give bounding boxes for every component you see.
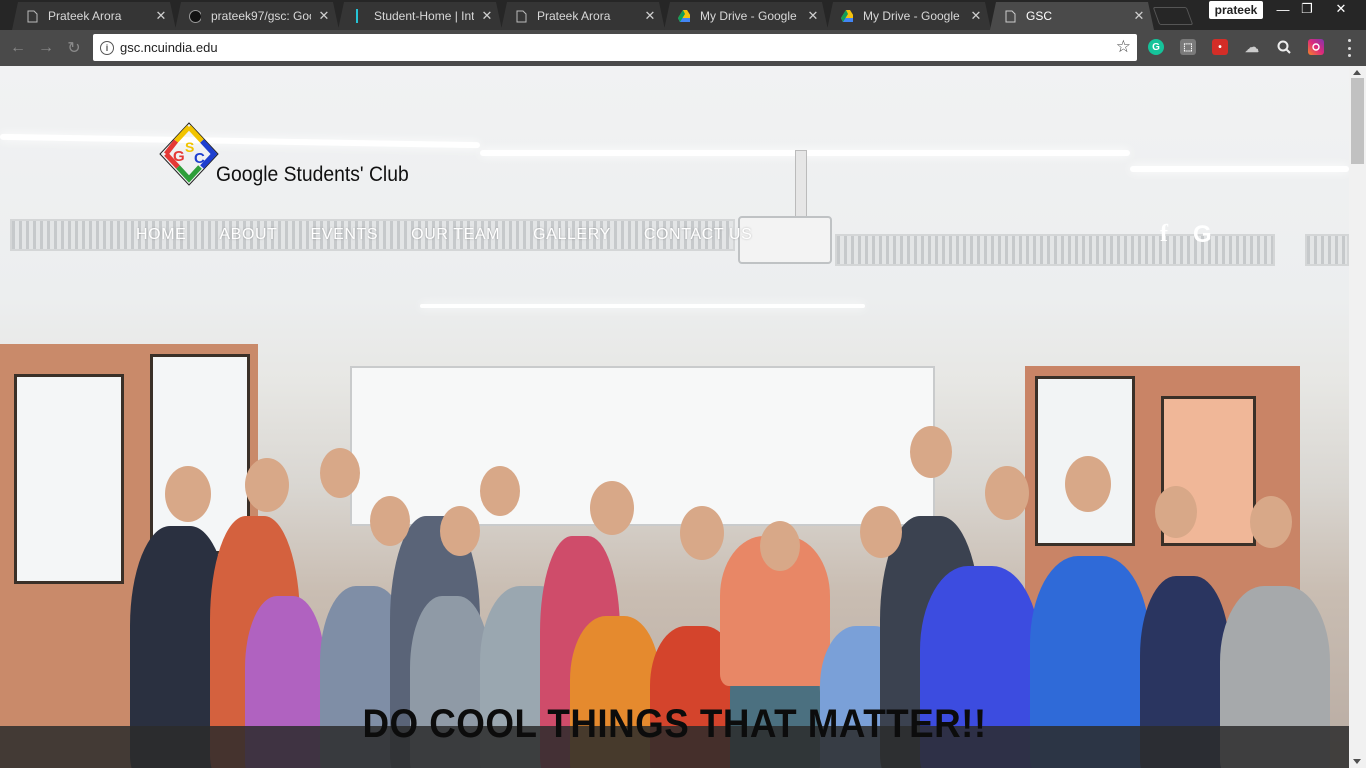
- close-icon[interactable]: ✕: [806, 8, 820, 24]
- menu-icon[interactable]: [1346, 39, 1352, 57]
- close-icon[interactable]: ✕: [154, 8, 168, 24]
- reload-button[interactable]: ↻: [62, 37, 86, 59]
- scroll-up-arrow-icon[interactable]: [1353, 70, 1361, 75]
- nav-contact-us[interactable]: CONTACT US: [644, 226, 753, 244]
- grammarly-icon[interactable]: G: [1148, 39, 1164, 55]
- tab-title: Student-Home | Int: [374, 9, 474, 23]
- tab-strip: Prateek Arora ✕ prateek97/gsc: Goo ✕ Stu…: [0, 0, 1366, 30]
- page-icon: [1004, 9, 1016, 23]
- profile-button[interactable]: prateek: [1209, 1, 1263, 19]
- tab-3[interactable]: Student-Home | Int ✕: [338, 2, 502, 30]
- tab-5[interactable]: My Drive - Google ✕: [664, 2, 828, 30]
- scrollbar-thumb[interactable]: [1351, 78, 1364, 164]
- tab-title: Prateek Arora: [537, 9, 611, 23]
- page-icon: [515, 9, 527, 23]
- cloud-icon[interactable]: ☁: [1244, 39, 1260, 55]
- tab-4[interactable]: Prateek Arora ✕: [501, 2, 665, 30]
- address-bar[interactable]: i gsc.ncuindia.edu ☆: [93, 34, 1137, 61]
- bar-icon: [352, 9, 364, 23]
- tab-2[interactable]: prateek97/gsc: Goo ✕: [175, 2, 339, 30]
- lastpass-icon[interactable]: •: [1212, 39, 1228, 55]
- tab-title: My Drive - Google: [863, 9, 960, 23]
- tab-title: prateek97/gsc: Goo: [211, 9, 311, 23]
- site-logo[interactable]: G S C Google Students' Club: [158, 121, 425, 187]
- close-icon[interactable]: ✕: [969, 8, 983, 24]
- nav-events[interactable]: EVENTS: [311, 226, 379, 244]
- tab-gsc-active[interactable]: GSC ✕: [990, 2, 1154, 30]
- info-icon[interactable]: i: [100, 40, 114, 55]
- page-scrollbar[interactable]: [1349, 66, 1366, 768]
- browser-toolbar: ← → ↻ i gsc.ncuindia.edu ☆ G ⬚ • ☁: [0, 30, 1366, 66]
- url-text[interactable]: gsc.ncuindia.edu: [120, 40, 218, 55]
- google-drive-icon: [678, 9, 690, 23]
- instagram-icon[interactable]: [1308, 39, 1324, 55]
- tab-title: My Drive - Google: [700, 9, 797, 23]
- new-tab-button[interactable]: [1152, 7, 1194, 25]
- bookmark-star-icon[interactable]: ☆: [1116, 37, 1131, 57]
- search-icon[interactable]: [1276, 39, 1292, 55]
- gsc-logo-icon: G S C: [158, 121, 220, 187]
- close-icon[interactable]: ✕: [1132, 8, 1146, 24]
- google-plus-icon[interactable]: G: [1193, 221, 1212, 249]
- nav-our-team[interactable]: OUR TEAM: [411, 226, 500, 244]
- tab-6[interactable]: My Drive - Google ✕: [827, 2, 991, 30]
- nav-gallery[interactable]: GALLERY: [533, 226, 611, 244]
- scroll-down-arrow-icon[interactable]: [1353, 759, 1361, 764]
- forward-button[interactable]: →: [34, 37, 58, 59]
- page-viewport: G S C Google Students' Club HOME ABOUT E…: [0, 66, 1349, 768]
- close-icon[interactable]: ✕: [317, 8, 331, 24]
- close-icon[interactable]: ✕: [643, 8, 657, 24]
- svg-text:S: S: [185, 139, 194, 155]
- svg-text:C: C: [194, 150, 205, 167]
- github-icon: [189, 9, 201, 23]
- tab-title: GSC: [1026, 9, 1053, 23]
- nav-about[interactable]: ABOUT: [219, 226, 277, 244]
- site-name: Google Students' Club: [216, 163, 409, 186]
- page-icon: [26, 9, 38, 23]
- close-window-button[interactable]: ✕: [1326, 0, 1356, 18]
- restore-button[interactable]: ❐: [1292, 0, 1322, 18]
- main-navigation: HOME ABOUT EVENTS OUR TEAM GALLERY CONTA…: [136, 226, 785, 244]
- google-drive-icon: [841, 9, 853, 23]
- nav-home[interactable]: HOME: [136, 226, 186, 244]
- tab-title: Prateek Arora: [48, 9, 122, 23]
- pdf-icon[interactable]: ⬚: [1180, 39, 1196, 55]
- svg-text:G: G: [173, 148, 185, 165]
- tab-1[interactable]: Prateek Arora ✕: [12, 2, 176, 30]
- back-button[interactable]: ←: [6, 37, 30, 59]
- hero-tagline: DO COOL THINGS THAT MATTER!!: [362, 702, 987, 746]
- facebook-icon[interactable]: f: [1160, 221, 1168, 248]
- close-icon[interactable]: ✕: [480, 8, 494, 24]
